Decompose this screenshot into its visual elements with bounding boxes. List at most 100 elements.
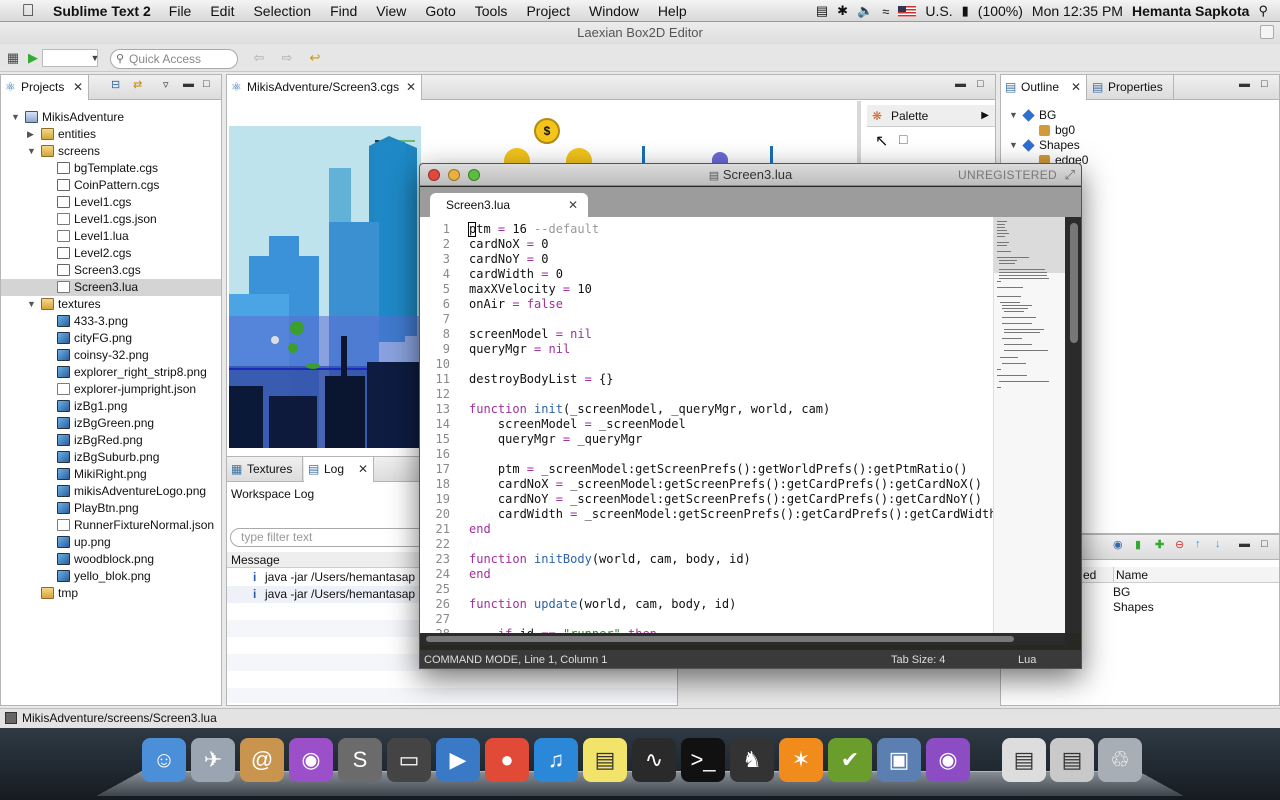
display-icon[interactable]: ▤ bbox=[816, 3, 828, 19]
grid-icon[interactable]: ▦ bbox=[4, 49, 22, 67]
code-line[interactable]: cardWidth = 0 bbox=[469, 267, 563, 282]
code-line[interactable]: function init(_screenModel, _queryMgr, w… bbox=[469, 402, 830, 417]
chevron-right-icon[interactable]: ▶ bbox=[981, 105, 989, 127]
code-line[interactable]: cardNoX = 0 bbox=[469, 237, 548, 252]
eclipse-icon[interactable]: ◉ bbox=[289, 738, 333, 782]
expanded-twisty-icon[interactable]: ▼ bbox=[27, 296, 37, 313]
tree-item[interactable]: CoinPattern.cgs bbox=[1, 177, 221, 194]
volume-icon[interactable]: 🔈 bbox=[857, 3, 873, 19]
move-down-icon[interactable]: ↓ bbox=[1215, 538, 1221, 550]
tree-item[interactable]: Level2.cgs bbox=[1, 245, 221, 262]
run-icon[interactable]: ▶ bbox=[24, 49, 42, 67]
tab-outline[interactable]: ▤ Outline ✕ bbox=[1001, 75, 1087, 100]
trash-icon[interactable]: ♲ bbox=[1098, 738, 1142, 782]
tree-item[interactable]: RunnerFixtureNormal.json bbox=[1, 517, 221, 534]
tree-item[interactable]: Level1.cgs bbox=[1, 194, 221, 211]
code-line[interactable]: ptm = 16 --default bbox=[469, 222, 599, 237]
history-icon[interactable]: ↩ bbox=[306, 49, 324, 67]
maximize-icon[interactable]: □ bbox=[1261, 538, 1268, 550]
tree-item[interactable]: Screen3.lua bbox=[1, 279, 221, 296]
tree-item[interactable]: Screen3.cgs bbox=[1, 262, 221, 279]
tree-item[interactable]: MikiRight.png bbox=[1, 466, 221, 483]
terminal-window-icon[interactable]: ▭ bbox=[387, 738, 431, 782]
collapse-all-icon[interactable]: ⊟ bbox=[111, 78, 120, 91]
menu-help[interactable]: Help bbox=[658, 3, 687, 19]
add-icon[interactable]: ✚ bbox=[1155, 538, 1164, 551]
code-line[interactable]: cardWidth = _screenModel:getScreenPrefs(… bbox=[469, 507, 1011, 522]
chevron-down-icon[interactable]: ▼ bbox=[86, 49, 104, 67]
code-line[interactable]: cardNoY = _screenModel:getScreenPrefs():… bbox=[469, 492, 982, 507]
checkmark-icon[interactable]: ✔ bbox=[828, 738, 872, 782]
scroll-thumb[interactable] bbox=[426, 636, 1014, 642]
move-up-icon[interactable]: ↑ bbox=[1195, 538, 1201, 550]
tree-item[interactable]: bgTemplate.cgs bbox=[1, 160, 221, 177]
close-icon[interactable]: ✕ bbox=[406, 75, 416, 100]
minimize-window-icon[interactable] bbox=[448, 169, 460, 181]
menu-selection[interactable]: Selection bbox=[253, 3, 311, 19]
activity-monitor-icon[interactable]: ∿ bbox=[632, 738, 676, 782]
code-line[interactable]: ptm = _screenModel:getScreenPrefs():getW… bbox=[469, 462, 968, 477]
clock[interactable]: Mon 12:35 PM bbox=[1032, 3, 1123, 19]
scene-canvas[interactable] bbox=[229, 126, 421, 448]
props-header-col1[interactable]: ed bbox=[1083, 567, 1096, 583]
user-name[interactable]: Hemanta Sapkota bbox=[1132, 3, 1249, 19]
tab-scene-editor[interactable]: ⚛ MikisAdventure/Screen3.cgs ✕ bbox=[227, 75, 422, 100]
documents-icon[interactable]: ▤ bbox=[1002, 738, 1046, 782]
app-menu[interactable]: Sublime Text 2 bbox=[53, 3, 151, 19]
menu-tools[interactable]: Tools bbox=[475, 3, 508, 19]
github-icon[interactable]: ♞ bbox=[730, 738, 774, 782]
code-line[interactable]: screenModel = nil bbox=[469, 327, 592, 342]
scroll-thumb[interactable] bbox=[1070, 223, 1078, 343]
menu-find[interactable]: Find bbox=[330, 3, 357, 19]
minimap[interactable] bbox=[993, 217, 1066, 633]
minimize-icon[interactable]: ▬ bbox=[1239, 78, 1250, 90]
code-line[interactable]: queryMgr = nil bbox=[469, 342, 570, 357]
chrome-icon[interactable]: ● bbox=[485, 738, 529, 782]
stickies-icon[interactable]: ▤ bbox=[583, 738, 627, 782]
props-header-name[interactable]: Name bbox=[1113, 567, 1148, 583]
contacts-icon[interactable]: @ bbox=[240, 738, 284, 782]
code-line[interactable]: function initBody(world, cam, body, id) bbox=[469, 552, 751, 567]
flag-icon[interactable] bbox=[898, 5, 917, 17]
code-line[interactable]: cardNoX = _screenModel:getScreenPrefs():… bbox=[469, 477, 982, 492]
tab-screen3-lua[interactable]: Screen3.lua ✕ bbox=[430, 193, 588, 217]
tab-properties[interactable]: ▤ Properties bbox=[1088, 75, 1174, 100]
vertical-scrollbar[interactable] bbox=[1065, 217, 1081, 633]
tree-item[interactable]: izBg1.png bbox=[1, 398, 221, 415]
code-line[interactable]: destroyBodyList = {} bbox=[469, 372, 614, 387]
zoom-window-icon[interactable] bbox=[468, 169, 480, 181]
tree-item[interactable]: mikisAdventureLogo.png bbox=[1, 483, 221, 500]
terminal-icon[interactable]: >_ bbox=[681, 738, 725, 782]
sublime-icon[interactable]: S bbox=[338, 738, 382, 782]
tree-item[interactable]: ▼ MikisAdventure bbox=[1, 109, 221, 126]
horizontal-scrollbar[interactable] bbox=[420, 633, 1065, 645]
tree-item[interactable]: izBgSuburb.png bbox=[1, 449, 221, 466]
maximize-icon[interactable]: □ bbox=[977, 78, 984, 90]
itunes-icon[interactable]: ♫ bbox=[534, 738, 578, 782]
tree-item[interactable]: up.png bbox=[1, 534, 221, 551]
input-source[interactable]: U.S. bbox=[925, 3, 952, 19]
marquee-tool-icon[interactable]: □ bbox=[899, 131, 907, 147]
link-editor-icon[interactable]: ⇄ bbox=[133, 78, 142, 91]
tree-item[interactable]: ▼ screens bbox=[1, 143, 221, 160]
menu-view[interactable]: View bbox=[376, 3, 406, 19]
tree-item[interactable]: 433-3.png bbox=[1, 313, 221, 330]
tree-item[interactable]: explorer_right_strip8.png bbox=[1, 364, 221, 381]
maximize-icon[interactable]: □ bbox=[1261, 78, 1268, 90]
facetime-icon[interactable]: ▶ bbox=[436, 738, 480, 782]
wifi-icon[interactable]: ≈ bbox=[882, 4, 889, 19]
minimize-icon[interactable]: ▬ bbox=[183, 78, 194, 90]
code-line[interactable]: end bbox=[469, 567, 491, 582]
xampp-icon[interactable]: ✶ bbox=[779, 738, 823, 782]
close-icon[interactable]: ✕ bbox=[73, 75, 83, 100]
tree-item[interactable]: ▶ entities bbox=[1, 126, 221, 143]
tab-textures[interactable]: ▦ Textures bbox=[227, 457, 303, 482]
maximize-icon[interactable]: □ bbox=[203, 78, 210, 90]
status-tab-size[interactable]: Tab Size: 4 bbox=[891, 650, 945, 668]
fullscreen-icon[interactable]: ⤢ bbox=[1065, 164, 1075, 186]
quick-access-input[interactable]: ⚲ Quick Access bbox=[110, 49, 238, 69]
code-editor[interactable]: 1 ptm = 16 --default 2 cardNoX = 0 3 cardNoY … bbox=[420, 217, 1065, 633]
filter-input[interactable]: type filter text bbox=[230, 528, 430, 547]
apple-icon[interactable]:  bbox=[19, 1, 37, 20]
select-tool-icon[interactable]: ↖ bbox=[875, 131, 888, 151]
